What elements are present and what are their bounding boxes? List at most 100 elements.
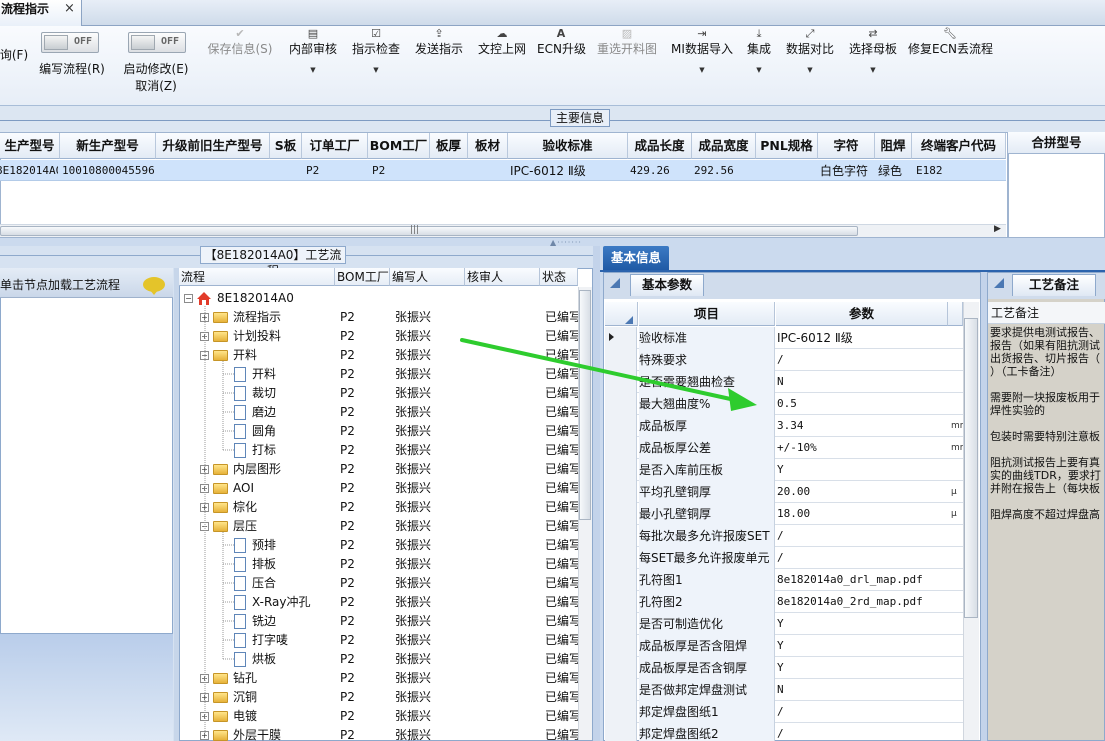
param-row[interactable]: 是否做邦定焊盘测试 N	[605, 679, 963, 701]
scrollbar-thumb[interactable]	[579, 290, 591, 520]
tree-node[interactable]: + 沉铜 P2 张振兴 已编写	[180, 688, 578, 707]
tree-leaf-item[interactable]: 铣边 P2 张振兴 已编写	[180, 612, 578, 631]
tree-leaf-item[interactable]: 烘板 P2 张振兴 已编写	[180, 650, 578, 669]
integrate-button[interactable]: ⤓ 集成 ▼	[742, 26, 776, 106]
tab-process-notes[interactable]: 工艺备注	[1012, 274, 1096, 296]
collapse-icon[interactable]: −	[200, 522, 209, 531]
param-value[interactable]: IPC-6012 Ⅱ级	[776, 327, 951, 349]
expand-icon[interactable]: +	[200, 674, 209, 683]
row-selector[interactable]	[605, 503, 637, 525]
save-info-button[interactable]: ✔ 保存信息(S)	[204, 26, 276, 106]
param-row[interactable]: 成品板厚是否含铜厚 Y	[605, 657, 963, 679]
row-selector[interactable]	[605, 481, 637, 503]
param-value[interactable]: /	[776, 349, 951, 371]
grid-header[interactable]: 订单工厂	[302, 133, 368, 159]
grid-header[interactable]: 升级前旧生产型号	[156, 133, 270, 159]
tree-column-header[interactable]: 核审人	[465, 268, 540, 286]
dropdown-arrow-icon[interactable]: ▼	[783, 66, 837, 74]
param-row[interactable]: 特殊要求 /	[605, 349, 963, 371]
tree-leaf-item[interactable]: 压合 P2 张振兴 已编写	[180, 574, 578, 593]
row-selector[interactable]	[605, 349, 637, 371]
param-row[interactable]: 成品板厚公差+/-10%mm	[605, 437, 963, 459]
grid-header[interactable]: PNL规格	[756, 133, 818, 159]
row-selector[interactable]	[605, 569, 637, 591]
dropdown-arrow-icon[interactable]: ▼	[846, 66, 900, 74]
tree-column-header[interactable]: 流程	[179, 268, 335, 286]
param-value[interactable]: /	[776, 701, 951, 723]
param-row[interactable]: 每SET最多允许报废单元 /	[605, 547, 963, 569]
row-selector[interactable]	[605, 415, 637, 437]
expand-icon[interactable]: +	[200, 731, 209, 740]
row-selector[interactable]	[605, 723, 637, 741]
data-compare-button[interactable]: ⤢ 数据对比 ▼	[783, 26, 837, 106]
dropdown-arrow-icon[interactable]: ▼	[742, 66, 776, 74]
param-row[interactable]: 是否需要翘曲检查 N	[605, 371, 963, 393]
tree-node[interactable]: + 外层干膜 P2 张振兴 已编写	[180, 726, 578, 741]
tree-leaf-item[interactable]: X-Ray冲孔 P2 张振兴 已编写	[180, 593, 578, 612]
param-value[interactable]: 8e182014a0_2rd_map.pdf	[776, 591, 951, 613]
param-row[interactable]: 是否入库前压板 Y	[605, 459, 963, 481]
row-selector[interactable]	[605, 635, 637, 657]
tree-leaf-item[interactable]: 排板 P2 张振兴 已编写	[180, 555, 578, 574]
grid-header[interactable]: 生产型号	[0, 133, 60, 159]
grid-header[interactable]: 成品宽度	[692, 133, 756, 159]
dropdown-arrow-icon[interactable]: ▼	[349, 66, 403, 74]
param-value[interactable]: 3.34	[776, 415, 951, 437]
param-row[interactable]: 是否可制造优化 Y	[605, 613, 963, 635]
tab-basic-info[interactable]: 基本信息	[603, 246, 669, 270]
dropdown-arrow-icon[interactable]: ▼	[668, 66, 736, 74]
dropdown-arrow-icon[interactable]: ▼	[286, 66, 340, 74]
grid-header[interactable]: 终端客户代码	[912, 133, 1006, 159]
param-row[interactable]: 成品板厚3.34mm	[605, 415, 963, 437]
grid-header[interactable]: S板	[270, 133, 302, 159]
send-instruction-button[interactable]: ⇪ 发送指示	[412, 26, 466, 106]
cancel-modify-button[interactable]: 取消(Z)	[118, 79, 194, 93]
tree-column-header[interactable]: 状态	[540, 268, 578, 286]
mi-import-button[interactable]: ⇥ MI数据导入 ▼	[668, 26, 736, 106]
row-selector[interactable]	[605, 393, 637, 415]
grid-header[interactable]: 字符	[818, 133, 875, 159]
row-selector[interactable]	[605, 371, 637, 393]
write-flow-toggle[interactable]: OFF	[41, 32, 99, 53]
param-row[interactable]: 邦定焊盘图纸1/	[605, 701, 963, 723]
row-selector[interactable]	[605, 437, 637, 459]
param-row[interactable]: 孔符图1 8e182014a0_drl_map.pdf	[605, 569, 963, 591]
tree-node[interactable]: + AOI P2 张振兴 已编写	[180, 479, 578, 498]
param-value[interactable]: /	[776, 525, 951, 547]
param-value[interactable]: N	[776, 371, 951, 393]
param-value[interactable]: N	[776, 679, 951, 701]
param-value[interactable]: 0.5	[776, 393, 951, 415]
param-row[interactable]: 最大翘曲度% 0.5	[605, 393, 963, 415]
scrollbar-thumb[interactable]	[0, 226, 858, 236]
param-row[interactable]: 最小孔壁铜厚 18.00 μ	[605, 503, 963, 525]
reselect-cutting-map-button[interactable]: ▨ 重选开料图	[594, 26, 660, 106]
grid-header[interactable]: 阻焊	[875, 133, 912, 159]
grid-header[interactable]: 新生产型号	[60, 133, 156, 159]
param-row[interactable]: 验收标准 IPC-6012 Ⅱ级	[605, 327, 963, 349]
grid-header[interactable]: 验收标准	[508, 133, 628, 159]
collapse-icon[interactable]: −	[184, 294, 193, 303]
grid-header[interactable]: 板材	[468, 133, 508, 159]
row-selector-header[interactable]	[605, 302, 638, 326]
tab-close-icon[interactable]: ×	[64, 1, 75, 16]
tree-node[interactable]: − 开料 P2 张振兴 已编写	[180, 346, 578, 365]
repair-ecn-flow-button[interactable]: 🔧︎ 修复ECN丢流程	[908, 26, 993, 106]
tab-basic-params[interactable]: 基本参数	[630, 274, 704, 296]
row-selector[interactable]	[605, 679, 637, 701]
row-selector[interactable]	[605, 547, 637, 569]
param-value[interactable]: /	[776, 547, 951, 569]
grid-header[interactable]: BOM工厂	[368, 133, 430, 159]
row-selector[interactable]	[605, 613, 637, 635]
tree-node[interactable]: + 电镀 P2 张振兴 已编写	[180, 707, 578, 726]
row-selector[interactable]	[605, 591, 637, 613]
row-selector[interactable]	[605, 657, 637, 679]
param-row[interactable]: 邦定焊盘图纸2/	[605, 723, 963, 741]
collapse-icon[interactable]: −	[200, 351, 209, 360]
tree-node[interactable]: + 棕化 P2 张振兴 已编写	[180, 498, 578, 517]
param-value[interactable]: /	[776, 723, 951, 741]
scrollbar-thumb[interactable]	[964, 318, 978, 618]
params-column-header[interactable]: 参数	[776, 302, 948, 326]
ecn-upgrade-button[interactable]: A ECN升级	[537, 26, 586, 106]
param-value[interactable]: Y	[776, 657, 951, 679]
expand-icon[interactable]: +	[200, 332, 209, 341]
